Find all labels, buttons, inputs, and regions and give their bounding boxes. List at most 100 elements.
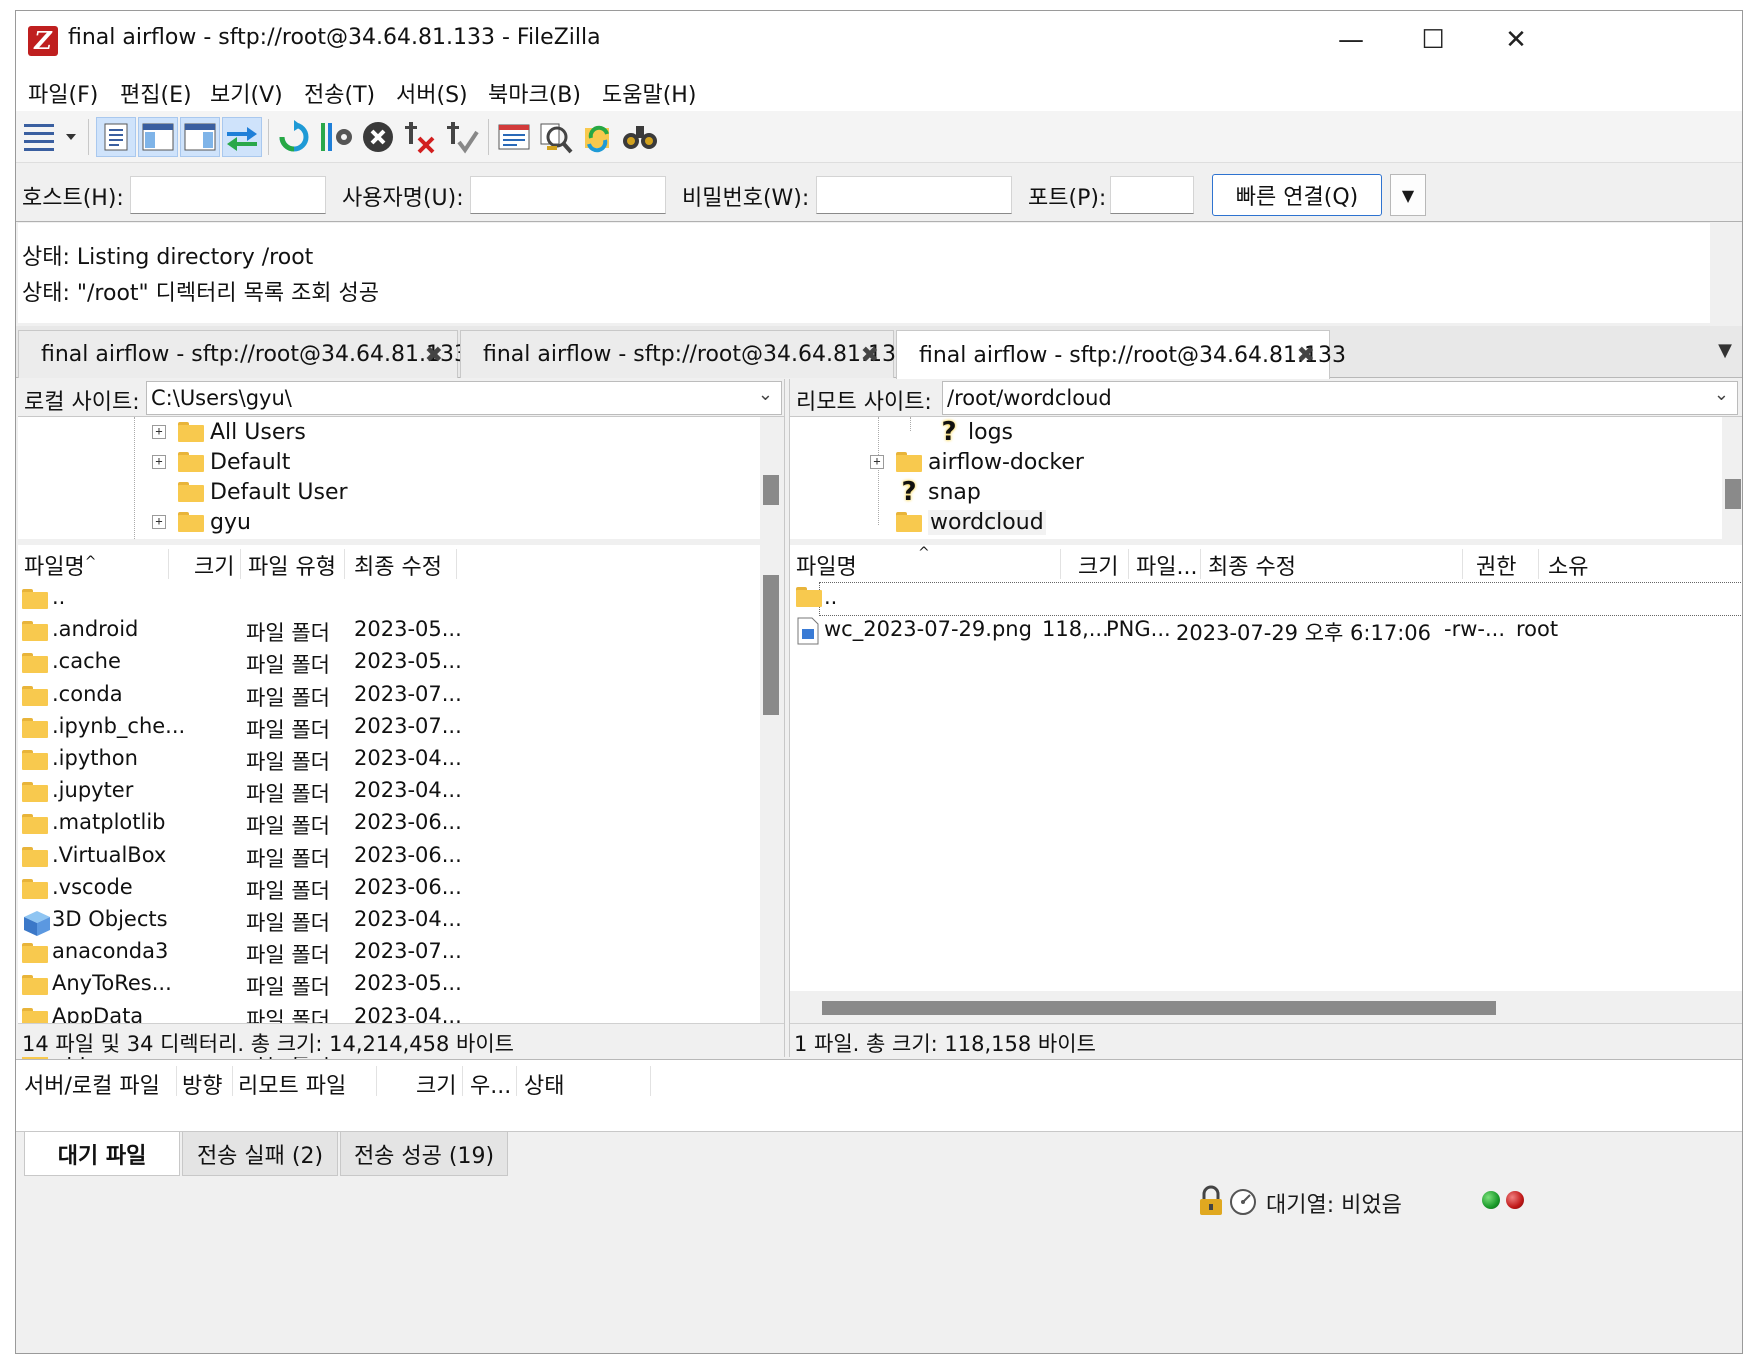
table-row[interactable]: .conda 파일 폴더 2023-07... — [18, 680, 760, 712]
tree-item[interactable]: + Default — [152, 447, 290, 477]
menu-edit[interactable]: 편집(E) — [120, 77, 192, 109]
menu-view[interactable]: 보기(V) — [210, 77, 283, 109]
tab-connection-1[interactable]: final airflow - sftp://root@34.64.81.133… — [18, 330, 468, 378]
tab-close-icon[interactable]: ✖ — [861, 343, 879, 368]
tab-queued-files[interactable]: 대기 파일 — [24, 1132, 180, 1176]
directory-listing-filters-button[interactable] — [494, 117, 534, 157]
quickconnect-history-dropdown[interactable]: ▼ — [1390, 174, 1426, 216]
reconnect-button[interactable] — [442, 117, 482, 157]
table-row[interactable]: wc_2023-07-29.png 118,... PNG... 2023-07-29… — [790, 615, 1742, 647]
column-size[interactable]: 크기 — [188, 545, 240, 583]
table-row[interactable]: .. — [796, 582, 1742, 616]
chevron-down-icon[interactable]: ⌄ — [758, 384, 773, 405]
table-row[interactable]: anaconda3 파일 폴더 2023-07... — [18, 937, 760, 969]
username-input[interactable] — [470, 176, 666, 214]
port-input[interactable] — [1110, 176, 1194, 214]
queue-column-local-file[interactable]: 서버/로컬 파일 — [24, 1068, 160, 1100]
file-name: .conda — [52, 681, 123, 706]
password-input[interactable] — [816, 176, 1012, 214]
queue-column-priority[interactable]: 우... — [470, 1068, 511, 1100]
remote-horizontal-scrollbar[interactable] — [790, 991, 1742, 1023]
remote-path-combobox[interactable]: /root/wordcloud ⌄ — [942, 381, 1738, 415]
host-input[interactable] — [130, 176, 326, 214]
expand-icon[interactable]: + — [152, 455, 166, 469]
remote-tree-scrollbar[interactable] — [1722, 417, 1742, 539]
tab-connection-2[interactable]: final airflow - sftp://root@34.64.81.133… — [460, 330, 910, 378]
table-row[interactable]: .VirtualBox 파일 폴더 2023-06... — [18, 841, 760, 873]
menu-help[interactable]: 도움말(H) — [602, 77, 696, 109]
expand-icon[interactable]: + — [870, 455, 884, 469]
disconnect-button[interactable] — [400, 117, 440, 157]
column-size[interactable]: 크기 — [1072, 545, 1124, 583]
column-type[interactable]: 파일 유형 — [242, 545, 342, 583]
tree-item[interactable]: + All Users — [152, 417, 306, 447]
column-modified[interactable]: 최종 수정 — [348, 545, 448, 583]
reconnect-icon — [447, 122, 479, 154]
minimize-button[interactable]: — — [1306, 11, 1396, 69]
toggle-local-tree-button[interactable] — [138, 117, 178, 157]
dir-compare-button[interactable] — [536, 117, 576, 157]
toggle-log-button[interactable] — [96, 117, 136, 157]
table-row[interactable]: AnyToRes... 파일 폴더 2023-05... — [18, 969, 760, 1001]
log-scrollbar[interactable] — [1710, 223, 1742, 323]
disconnect-icon — [405, 122, 435, 154]
column-filename[interactable]: 파일명^ — [18, 545, 102, 583]
toggle-queue-button[interactable] — [222, 117, 262, 157]
cancel-operation-button[interactable] — [358, 117, 398, 157]
local-path-combobox[interactable]: C:\Users\gyu\ ⌄ — [146, 381, 782, 415]
queue-column-remote-file[interactable]: 리모트 파일 — [238, 1068, 346, 1100]
queue-column-size[interactable]: 크기 — [416, 1068, 456, 1100]
tab-close-icon[interactable]: ✖ — [425, 343, 443, 368]
folder-icon — [22, 943, 48, 964]
tree-item-label: All Users — [210, 419, 306, 445]
table-row[interactable]: .jupyter 파일 폴더 2023-04... — [18, 776, 760, 808]
menu-server[interactable]: 서버(S) — [396, 77, 468, 109]
search-remote-button[interactable] — [620, 117, 660, 157]
tabs-dropdown-icon[interactable]: ▼ — [1718, 340, 1732, 361]
column-owner[interactable]: 소유 — [1542, 545, 1594, 583]
column-type[interactable]: 파일... — [1130, 545, 1203, 583]
table-row[interactable]: .android 파일 폴더 2023-05... — [18, 615, 760, 647]
expand-icon[interactable]: + — [152, 425, 166, 439]
tree-item[interactable]: ? snap — [870, 477, 981, 507]
table-row[interactable]: .cache 파일 폴더 2023-05... — [18, 647, 760, 679]
table-row[interactable]: .vscode 파일 폴더 2023-06... — [18, 873, 760, 905]
column-filename[interactable]: 파일명 — [790, 545, 863, 583]
table-row[interactable]: .matplotlib 파일 폴더 2023-06... — [18, 808, 760, 840]
queue-column-direction[interactable]: 방향 — [182, 1068, 222, 1100]
local-tree-scrollbar[interactable] — [760, 417, 784, 539]
close-button[interactable]: ✕ — [1471, 11, 1561, 69]
cube-icon — [24, 911, 50, 936]
folder-icon — [178, 482, 204, 502]
tree-item[interactable]: Default User — [152, 477, 348, 507]
toggle-remote-tree-button[interactable] — [180, 117, 220, 157]
menu-file[interactable]: 파일(F) — [28, 77, 98, 109]
tree-item[interactable]: ? logs — [936, 417, 1013, 447]
tab-successful-transfers[interactable]: 전송 성공 (19) — [340, 1132, 508, 1176]
quickconnect-button[interactable]: 빠른 연결(Q) — [1212, 174, 1382, 216]
chevron-down-icon[interactable]: ⌄ — [1714, 384, 1729, 405]
table-row[interactable]: .ipython 파일 폴더 2023-04... — [18, 744, 760, 776]
table-row[interactable]: 3D Objects 파일 폴더 2023-04... — [18, 905, 760, 937]
tree-item-label: snap — [928, 479, 981, 505]
process-queue-button[interactable] — [316, 117, 356, 157]
table-row[interactable]: .. — [18, 583, 760, 615]
tab-connection-3[interactable]: final airflow - sftp://root@34.64.81.133… — [896, 330, 1346, 379]
local-list-scrollbar[interactable] — [760, 545, 784, 1023]
tab-close-icon[interactable]: ✖ — [1297, 343, 1315, 368]
queue-column-status[interactable]: 상태 — [524, 1068, 564, 1100]
refresh-button[interactable] — [274, 117, 314, 157]
column-permissions[interactable]: 권한 — [1470, 545, 1522, 583]
expand-icon[interactable]: + — [152, 515, 166, 529]
tree-item-selected[interactable]: wordcloud — [870, 507, 1046, 537]
menu-transfer[interactable]: 전송(T) — [304, 77, 375, 109]
sync-browse-button[interactable] — [578, 117, 618, 157]
tree-item[interactable]: + gyu — [152, 507, 251, 537]
menu-bookmarks[interactable]: 북마크(B) — [488, 77, 581, 109]
table-row[interactable]: .ipynb_che... 파일 폴더 2023-07... — [18, 712, 760, 744]
maximize-button[interactable]: ☐ — [1388, 11, 1478, 69]
column-modified[interactable]: 최종 수정 — [1202, 545, 1302, 583]
tab-failed-transfers[interactable]: 전송 실패 (2) — [182, 1132, 338, 1176]
tree-item[interactable]: + airflow-docker — [870, 447, 1084, 477]
site-manager-button[interactable] — [20, 117, 80, 157]
